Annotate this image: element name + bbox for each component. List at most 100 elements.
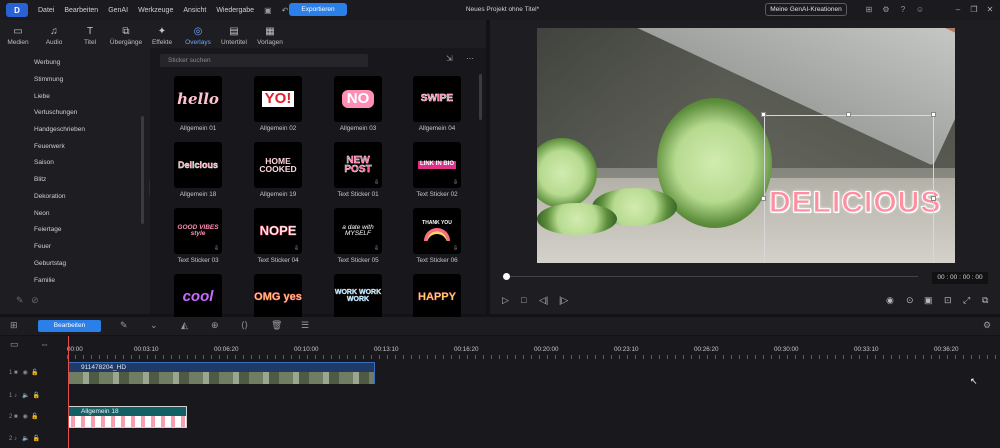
popout-icon[interactable]: ⧉ (982, 295, 988, 306)
tab-effekte[interactable]: ✦ Effekte (144, 20, 180, 48)
help-icon[interactable]: ? (896, 3, 910, 16)
sticker-item[interactable]: GOOD VIBES style ⇩ Text Sticker 03 (174, 208, 222, 264)
lock-icon[interactable]: 🔓 (33, 393, 40, 399)
preview-scrub-bar[interactable] (506, 276, 918, 277)
download-icon[interactable]: ⇩ (453, 246, 458, 253)
sticker-search-input[interactable]: Sticker suchen (160, 54, 368, 67)
category-scrollbar[interactable] (141, 116, 144, 224)
tab-overlays[interactable]: ◎ Overlays (180, 20, 216, 48)
sticker-item[interactable]: LINK IN BIO ⇩ Text Sticker 02 (413, 142, 461, 198)
account-icon[interactable]: ☺ (913, 3, 927, 16)
tab-vorlagen[interactable]: ▦ Vorlagen (252, 20, 288, 48)
edit-button[interactable]: Bearbeiten (38, 320, 101, 332)
pen-icon[interactable]: ✎ (120, 320, 128, 331)
flip-icon[interactable]: ◭ (181, 320, 188, 331)
maximize-icon[interactable]: ❐ (966, 3, 982, 16)
close-icon[interactable]: ✕ (982, 3, 998, 16)
sticker-item[interactable]: a date with MYSELF ⇩ Text Sticker 05 (334, 208, 382, 264)
selection-box[interactable] (764, 115, 934, 263)
sticker-item[interactable]: Delicious Allgemein 18 (174, 142, 222, 198)
record-icon[interactable]: ⊙ (906, 295, 914, 306)
mute-icon[interactable]: 🔈 (22, 436, 29, 442)
tab-medien[interactable]: ▭ Medien (0, 20, 36, 48)
resize-handle[interactable] (846, 112, 851, 117)
save-icon[interactable]: ▣ (264, 6, 272, 15)
delete-icon[interactable]: 🗑 (271, 320, 282, 331)
category-item[interactable]: Familie (34, 277, 55, 284)
video-clip[interactable]: 911478204_HD (68, 362, 375, 384)
stop-icon[interactable]: □ (521, 295, 526, 305)
menu-ansicht[interactable]: Ansicht (183, 7, 206, 14)
resize-handle[interactable] (761, 196, 766, 201)
sticker-item[interactable]: NOPE ⇩ Text Sticker 04 (254, 208, 302, 264)
category-item[interactable]: Feuer (34, 243, 51, 250)
category-item[interactable]: Dekoration (34, 193, 65, 200)
menu-genai[interactable]: GenAI (108, 7, 128, 14)
tab-audio[interactable]: ♫ Audio (36, 20, 72, 48)
download-icon[interactable]: ⇩ (294, 246, 299, 253)
undo-icon[interactable]: ↶ (282, 6, 289, 15)
category-item[interactable]: Stimmung (34, 76, 63, 83)
visibility-icon[interactable]: ◉ (23, 414, 28, 420)
visibility-icon[interactable]: ◉ (23, 370, 28, 376)
lock-icon[interactable]: 🔓 (31, 414, 38, 420)
snapshot-icon[interactable]: ◉ (886, 295, 894, 306)
minimize-icon[interactable]: – (950, 3, 966, 16)
lock-icon[interactable]: 🔓 (33, 436, 40, 442)
settings-icon[interactable]: ⚙ (879, 3, 893, 16)
menu-werkzeuge[interactable]: Werkzeuge (138, 7, 173, 14)
menu-wiedergabe[interactable]: Wiedergabe (216, 7, 254, 14)
unlink-icon[interactable]: ⊘ (31, 295, 39, 305)
sticker-item[interactable]: NEW POST ⇩ Text Sticker 01 (334, 142, 382, 198)
tab-untertitel[interactable]: ▤ Untertitel (216, 20, 252, 48)
sticker-item[interactable]: SWIPE Allgemein 04 (413, 76, 461, 132)
download-icon[interactable]: ⇩ (453, 180, 458, 187)
menu-datei[interactable]: Datei (38, 7, 54, 14)
crop-icon[interactable]: ⊡ (944, 295, 952, 306)
export-button[interactable]: Exportieren (289, 3, 347, 16)
category-item[interactable]: Werbung (34, 59, 60, 66)
tab-uebergaenge[interactable]: ⧉ Übergänge (108, 20, 144, 48)
fullscreen-icon[interactable]: ⤢ (963, 295, 970, 306)
category-item[interactable]: Blitz (34, 176, 46, 183)
category-item[interactable]: Liebe (34, 93, 50, 100)
motion-icon[interactable]: ⟨⟩ (241, 320, 248, 331)
playhead[interactable] (68, 336, 69, 448)
scrub-knob[interactable] (503, 273, 510, 280)
sticker-item[interactable]: OMG yes (254, 274, 302, 320)
resize-handle[interactable] (931, 196, 936, 201)
resize-handle[interactable] (761, 112, 766, 117)
download-icon[interactable]: ⇩ (214, 246, 219, 253)
category-item[interactable]: Handgeschrieben (34, 126, 85, 133)
target-icon[interactable]: ⊕ (211, 320, 219, 331)
next-frame-icon[interactable]: |▷ (559, 295, 568, 306)
category-item[interactable]: Vertuschungen (34, 109, 77, 116)
sticker-item[interactable]: WORK WORK WORK (334, 274, 382, 320)
more-options-icon[interactable]: ⋯ (466, 54, 474, 63)
sticker-item[interactable]: HOME COOKED Allgemein 19 (254, 142, 302, 198)
category-item[interactable]: Feiertage (34, 226, 61, 233)
sticker-item[interactable]: THANK YOU ⇩ Text Sticker 06 (413, 208, 461, 264)
lock-icon[interactable]: 🔓 (31, 370, 38, 376)
add-track-icon[interactable]: ⊞ (10, 320, 18, 331)
import-icon[interactable]: ⇲ (446, 54, 453, 63)
layout-icon[interactable]: ⊞ (862, 3, 876, 16)
play-icon[interactable]: ▷ (502, 295, 509, 306)
settings-gear-icon[interactable]: ⚙ (983, 320, 991, 331)
genai-creations-button[interactable]: Meine GenAI-Kreationen (765, 3, 847, 16)
sticker-item[interactable]: HAPPY (413, 274, 461, 320)
download-icon[interactable]: ⇩ (374, 246, 379, 253)
download-icon[interactable]: ⇩ (374, 180, 379, 187)
tab-titel[interactable]: T Titel (72, 20, 108, 48)
sticker-item[interactable]: hello Allgemein 01 (174, 76, 222, 132)
category-item[interactable]: Feuerwerk (34, 143, 65, 150)
category-item[interactable]: Geburtstag (34, 260, 66, 267)
list-icon[interactable]: ☰ (301, 320, 309, 331)
zoom-fit-icon[interactable]: ⇔ (40, 339, 49, 349)
timeline-ruler[interactable]: 00:00 00:03:10 00:06:20 00:10:00 00:13:1… (67, 336, 1000, 360)
video-frame[interactable]: DELICIOUS (537, 28, 955, 263)
sticker-item[interactable]: cool (174, 274, 222, 320)
sticker-item[interactable]: YO! Allgemein 02 (254, 76, 302, 132)
quality-icon[interactable]: ▣ (924, 295, 933, 306)
resize-handle[interactable] (931, 112, 936, 117)
